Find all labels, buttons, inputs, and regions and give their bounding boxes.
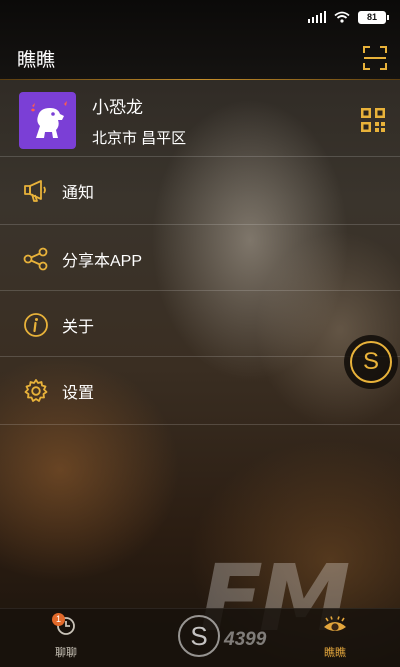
- floating-s-label: S: [350, 341, 392, 383]
- divider: [0, 424, 400, 425]
- qr-code-icon[interactable]: [360, 107, 386, 133]
- divider: [0, 356, 400, 357]
- profile-text: 小恐龙 北京市 昌平区: [92, 93, 360, 148]
- menu-label: 设置: [62, 385, 95, 402]
- tab-chat[interactable]: 1 聊聊: [36, 613, 96, 660]
- menu-label: 分享本APP: [62, 253, 143, 270]
- menu-label: 关于: [62, 319, 95, 336]
- menu-label: 通知: [62, 185, 95, 202]
- tab-look[interactable]: 瞧瞧: [305, 615, 365, 660]
- unread-badge: 1: [52, 613, 65, 626]
- dinosaur-icon: [30, 101, 67, 138]
- profile-location: 北京市 昌平区: [92, 129, 187, 147]
- battery-indicator: 81: [358, 10, 389, 24]
- info-icon: [22, 311, 50, 339]
- share-icon: [22, 245, 50, 273]
- page-title: 瞧瞧: [17, 49, 56, 71]
- menu-item-notifications[interactable]: 通知: [0, 158, 400, 224]
- gear-icon: [22, 377, 50, 405]
- header-divider: [0, 79, 400, 80]
- avatar[interactable]: [19, 91, 76, 149]
- bottom-tab-bar: 1 聊聊 S 4399 瞧瞧: [0, 608, 400, 667]
- divider: [0, 290, 400, 291]
- center-watermark-logo: S: [178, 615, 220, 657]
- profile-card[interactable]: 小恐龙 北京市 昌平区: [0, 84, 400, 156]
- megaphone-icon: [22, 177, 50, 205]
- watermark-4399: 4399: [224, 629, 267, 650]
- app-header: 瞧瞧: [0, 38, 400, 78]
- status-bar: 81: [0, 0, 400, 34]
- menu-item-about[interactable]: 关于: [0, 292, 400, 358]
- divider: [0, 156, 400, 157]
- profile-name: 小恐龙: [92, 97, 143, 117]
- eye-icon: [324, 616, 346, 631]
- menu-item-share[interactable]: 分享本APP: [0, 226, 400, 292]
- floating-s-button[interactable]: S: [344, 335, 398, 389]
- tab-chat-label: 聊聊: [55, 647, 77, 659]
- signal-icon: [308, 11, 326, 23]
- wifi-icon: [334, 11, 350, 23]
- tab-look-label: 瞧瞧: [324, 647, 346, 659]
- divider: [0, 224, 400, 225]
- menu-item-settings[interactable]: 设置: [0, 358, 400, 424]
- scan-icon[interactable]: [362, 45, 388, 71]
